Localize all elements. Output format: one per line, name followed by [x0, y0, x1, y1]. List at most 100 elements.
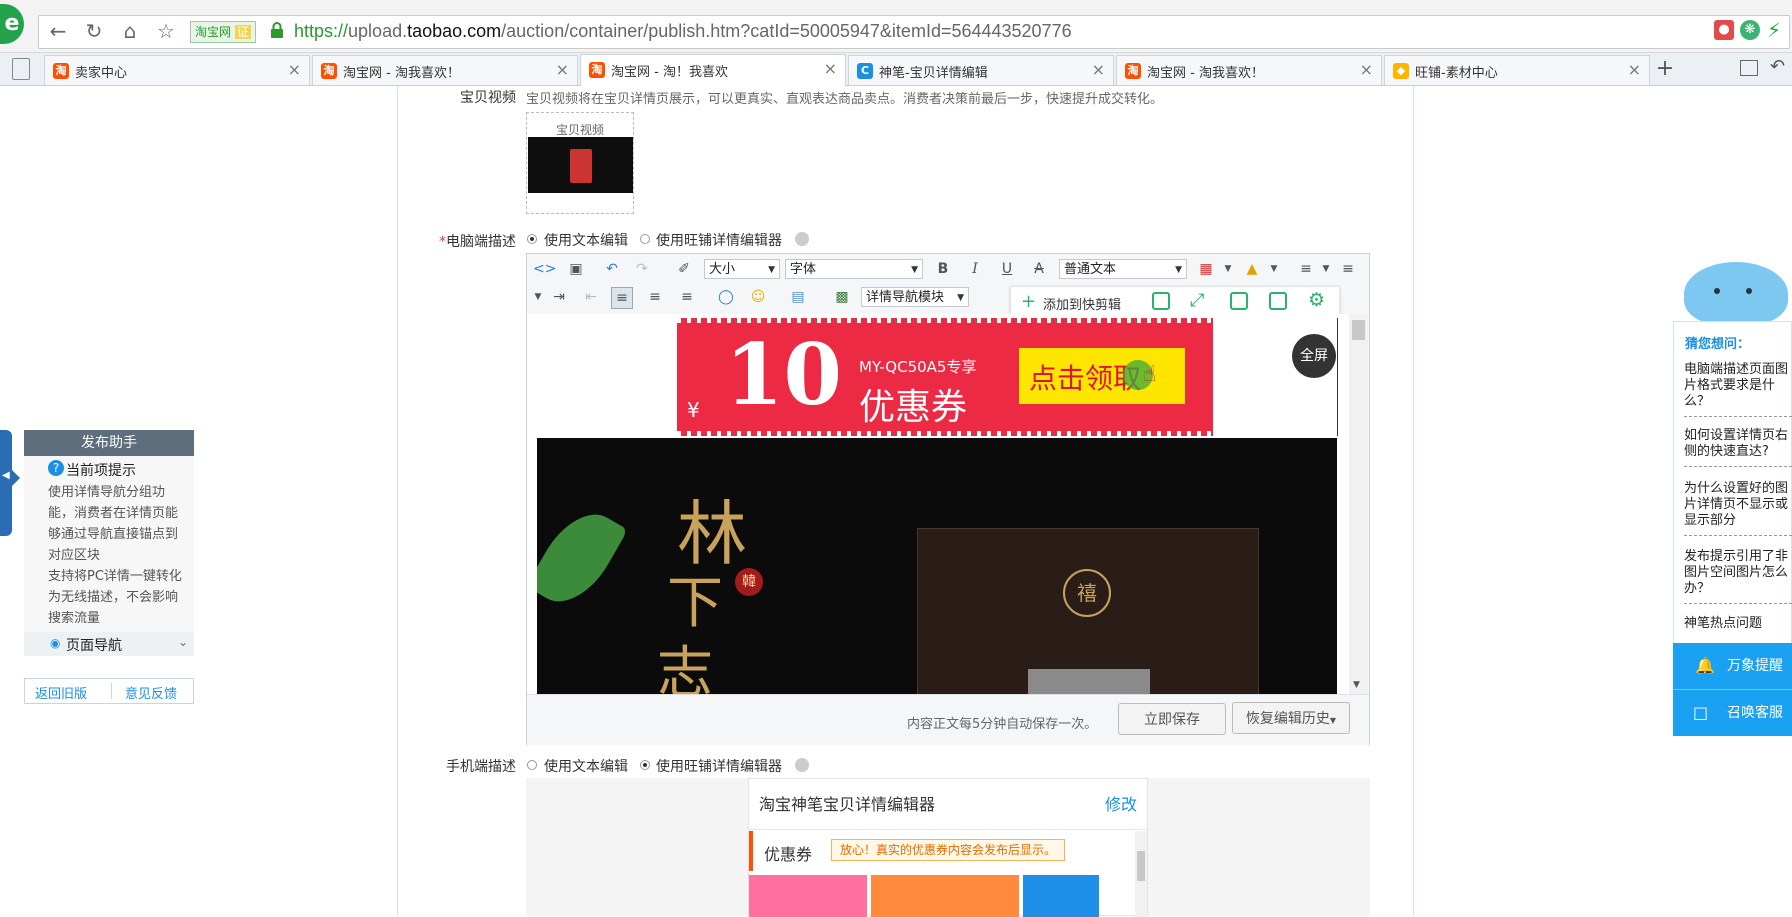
strikethrough-icon[interactable]: A: [1029, 259, 1049, 279]
tab-list-icon[interactable]: [1740, 60, 1758, 76]
plus-icon[interactable]: +: [1021, 291, 1036, 312]
reminder-button[interactable]: 🔔 万象提醒: [1673, 643, 1792, 689]
faq-question[interactable]: 电脑端描述页面图片格式要求是什么？: [1684, 362, 1792, 417]
image-insert-icon[interactable]: ▩: [832, 287, 852, 307]
help-icon[interactable]: [795, 758, 809, 772]
close-icon[interactable]: ×: [1628, 60, 1641, 79]
lightning-icon[interactable]: ⚡: [1764, 20, 1784, 40]
pc-option-wangpu-label[interactable]: 使用旺铺详情编辑器: [656, 230, 782, 250]
refresh-icon[interactable]: ↻: [78, 15, 110, 47]
font-color-dropdown-icon[interactable]: ▼: [1218, 259, 1238, 279]
url-text[interactable]: https://upload.taobao.com/auction/contai…: [294, 17, 1072, 45]
tab-label: 淘宝网 - 淘！我喜欢: [611, 65, 728, 80]
close-icon[interactable]: ×: [556, 60, 569, 79]
bullet-list-icon[interactable]: ≡: [1296, 259, 1316, 279]
format-painter-icon[interactable]: ✐: [674, 259, 694, 279]
fullscreen-button[interactable]: 全屏: [1292, 334, 1336, 378]
faq-question[interactable]: 发布提示引用了非图片空间图片怎么办？: [1684, 549, 1792, 604]
tab-shenbi-editor[interactable]: C 神笔-宝贝详情编辑 ×: [848, 55, 1114, 85]
page-nav-row[interactable]: ◉ 页面导航 ⌄: [24, 632, 194, 656]
adblock-icon[interactable]: ●: [1714, 20, 1734, 40]
highlight-dropdown-icon[interactable]: ▼: [1264, 259, 1284, 279]
font-family-select[interactable]: 字体 ▼: [785, 259, 923, 279]
bullet-list-dropdown-icon[interactable]: ▼: [1316, 259, 1336, 279]
taobao-favicon-icon: 淘: [53, 63, 69, 79]
undo-close-icon[interactable]: ↶: [1770, 56, 1785, 77]
mobile-option-text-label[interactable]: 使用文本编辑: [544, 756, 628, 776]
numbered-list-icon[interactable]: ≡: [1338, 259, 1358, 279]
export-icon[interactable]: [1269, 292, 1287, 310]
helper-collapse-tab[interactable]: ◀: [0, 430, 12, 536]
faq-question[interactable]: 为什么设置好的图片详情页不显示或显示部分: [1684, 481, 1792, 536]
table-icon[interactable]: ▤: [788, 287, 808, 307]
undo-icon[interactable]: ↶: [602, 259, 622, 279]
chat-bubble-icon: □: [1693, 703, 1709, 722]
editor-scrollbar[interactable]: ▼: [1349, 314, 1368, 694]
emoji-icon[interactable]: ☺: [748, 287, 768, 307]
crop-icon[interactable]: [1152, 292, 1170, 310]
back-old-version-link[interactable]: 返回旧版: [35, 683, 87, 702]
mobile-radio-wangpu-editor[interactable]: [640, 760, 650, 770]
mobile-option-wangpu-label[interactable]: 使用旺铺详情编辑器: [656, 756, 782, 776]
scroll-down-arrow-icon[interactable]: ▼: [1353, 680, 1360, 690]
save-now-button[interactable]: 立即保存: [1118, 703, 1226, 735]
product-detail-image: 林 下 志 韓 禧: [537, 438, 1337, 694]
restore-history-button[interactable]: 恢复编辑历史▼: [1232, 702, 1350, 734]
faq-hot-topics[interactable]: 神笔热点问题: [1684, 616, 1792, 638]
save-template-icon[interactable]: [1230, 292, 1248, 310]
call-service-button[interactable]: □ 召唤客服: [1673, 690, 1792, 736]
font-size-select[interactable]: 大小 ▼: [704, 259, 780, 279]
close-icon[interactable]: ×: [1360, 60, 1373, 79]
link-globe-icon[interactable]: ◯: [716, 287, 736, 307]
indent-icon[interactable]: ⇥: [549, 287, 569, 307]
feedback-link[interactable]: 意见反馈: [125, 683, 177, 702]
mobile-edit-link[interactable]: 修改: [1105, 791, 1137, 815]
mobile-radio-text-editor[interactable]: [527, 760, 537, 770]
close-icon[interactable]: ×: [1092, 60, 1105, 79]
star-bookmark-icon[interactable]: ☆: [150, 15, 182, 47]
preview-icon[interactable]: ▣: [566, 259, 586, 279]
outdent-icon[interactable]: ⇤: [581, 287, 601, 307]
faq-question[interactable]: 如何设置详情页右侧的快速直达?: [1684, 428, 1792, 467]
elephant-mascot-icon[interactable]: [1684, 262, 1788, 326]
redo-icon[interactable]: ↷: [632, 259, 652, 279]
back-arrow-icon[interactable]: ←: [42, 15, 74, 47]
home-icon[interactable]: ⌂: [114, 15, 146, 47]
scrollbar-thumb[interactable]: [1352, 320, 1365, 340]
tab-taobao-active[interactable]: 淘 淘宝网 - 淘！我喜欢 ×: [580, 54, 846, 86]
toolbar-dropdown-icon[interactable]: ▼: [528, 287, 548, 307]
new-tab-button[interactable]: +: [1652, 56, 1678, 82]
site-verify-badge[interactable]: 淘宝网 证: [190, 21, 256, 43]
editor-divider: [1337, 318, 1338, 436]
italic-icon[interactable]: I: [965, 259, 985, 279]
tab-wangpu-material[interactable]: ◆ 旺铺-素材中心 ×: [1384, 55, 1650, 85]
mobile-scrollbar[interactable]: [1135, 831, 1147, 917]
align-center-icon[interactable]: ≡: [645, 287, 665, 307]
scrollbar-thumb[interactable]: [1137, 851, 1145, 881]
tab-seller-center[interactable]: 淘 卖家中心 ×: [44, 55, 310, 85]
font-color-icon[interactable]: ▦: [1196, 259, 1216, 279]
underline-icon[interactable]: U: [997, 259, 1017, 279]
tab-taobao-2[interactable]: 淘 淘宝网 - 淘我喜欢！ ×: [1116, 55, 1382, 85]
source-code-icon[interactable]: <>: [533, 259, 556, 279]
settings-gear-icon[interactable]: ⚙: [1308, 289, 1325, 311]
paragraph-format-select[interactable]: 普通文本 ▼: [1059, 259, 1187, 279]
align-left-icon[interactable]: ≡: [611, 287, 633, 309]
video-thumbnail[interactable]: [528, 137, 633, 193]
pc-radio-wangpu-editor[interactable]: [640, 234, 650, 244]
recycle-icon[interactable]: ❋: [1740, 20, 1760, 40]
highlight-color-icon[interactable]: ▲: [1242, 259, 1262, 279]
sidebar-toggle-icon[interactable]: [12, 58, 30, 80]
close-icon[interactable]: ×: [824, 59, 837, 78]
tab-taobao-1[interactable]: 淘 淘宝网 - 淘我喜欢！ ×: [312, 55, 578, 85]
pc-radio-text-editor[interactable]: [527, 234, 537, 244]
nav-module-select[interactable]: 详情导航模块 ▼: [861, 287, 969, 307]
help-icon[interactable]: [795, 232, 809, 246]
pc-option-text-label[interactable]: 使用文本编辑: [544, 230, 628, 250]
close-icon[interactable]: ×: [288, 60, 301, 79]
add-to-quick-edit-button[interactable]: 添加到快剪辑: [1043, 294, 1121, 313]
video-upload-slot[interactable]: 宝贝视频: [526, 112, 634, 214]
bold-icon[interactable]: B: [933, 259, 953, 279]
align-right-icon[interactable]: ≡: [677, 287, 697, 307]
expand-icon[interactable]: ⤢: [1190, 290, 1204, 311]
